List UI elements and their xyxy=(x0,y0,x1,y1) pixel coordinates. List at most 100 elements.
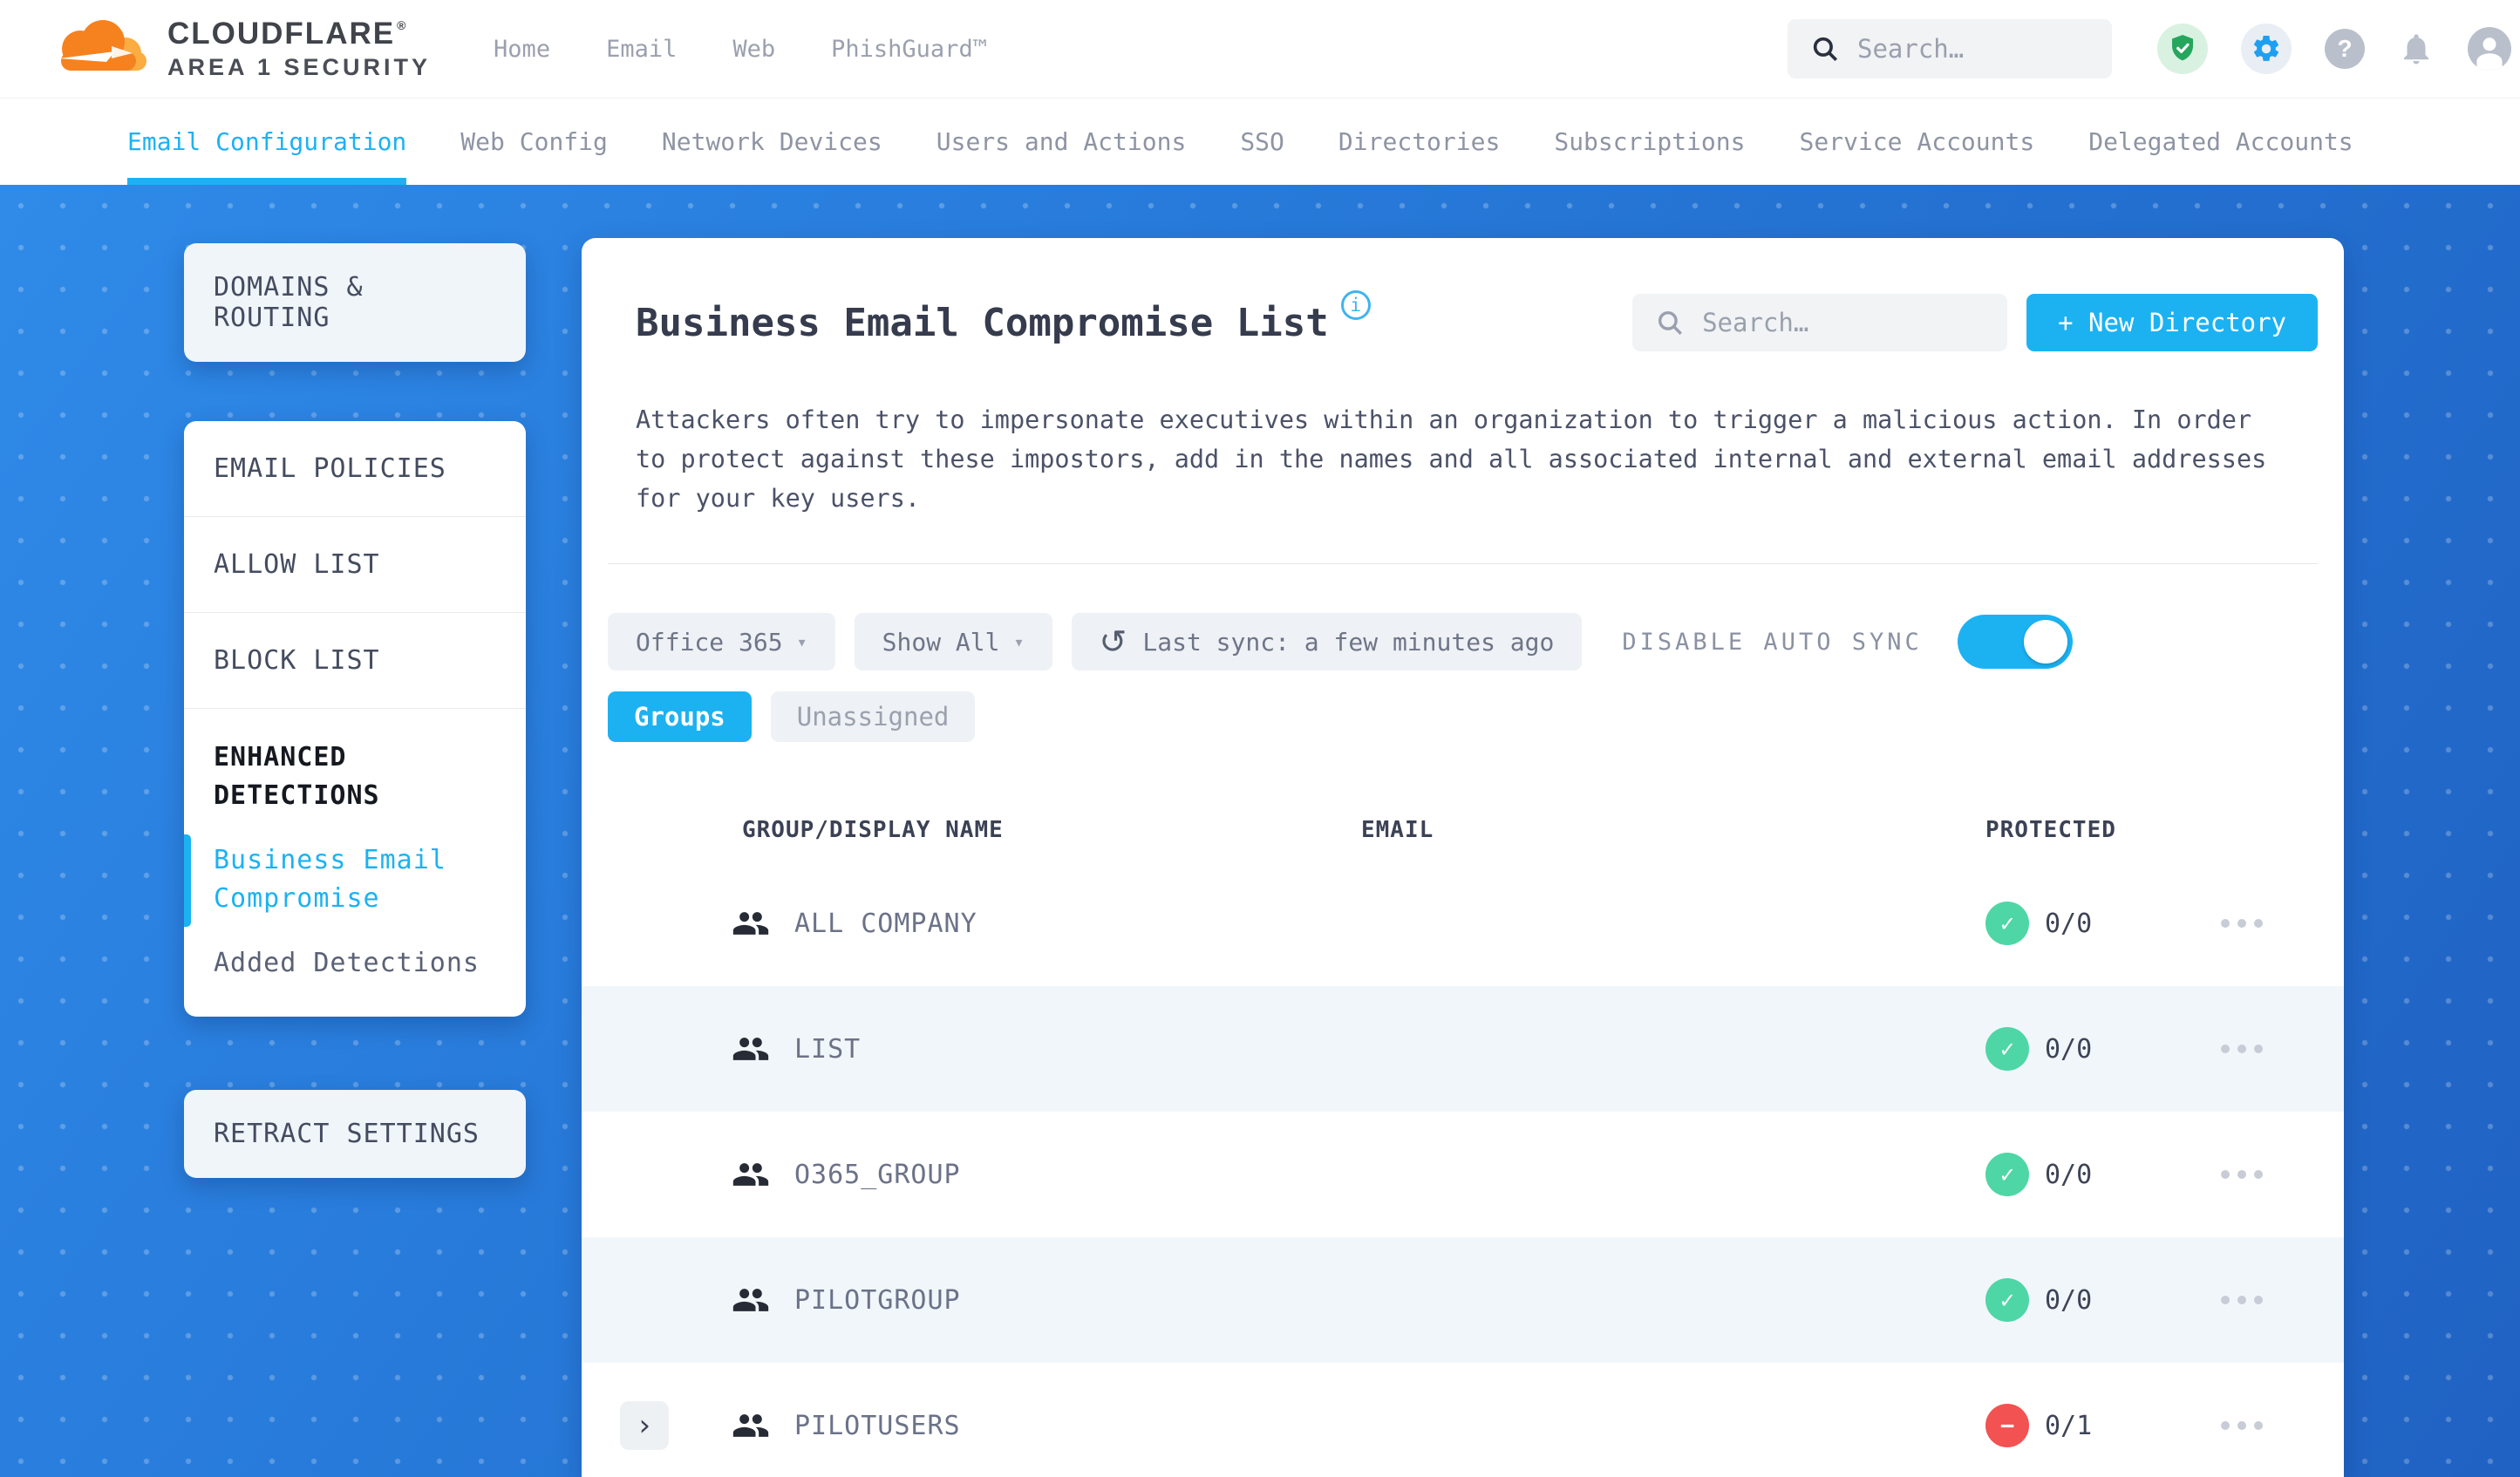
global-search-input[interactable] xyxy=(1857,34,2089,64)
protected-count: 0/0 xyxy=(2045,1159,2093,1190)
tab-network-devices[interactable]: Network Devices xyxy=(662,99,882,185)
protected-status-icon: ✓ xyxy=(1985,1153,2029,1196)
group-icon xyxy=(732,1038,769,1060)
sidebar-item-business-email-compromise[interactable]: Business Email Compromise xyxy=(184,834,496,927)
account-avatar[interactable] xyxy=(2468,27,2511,71)
bec-list-panel: Business Email Compromise List i + New D… xyxy=(582,238,2344,1477)
column-protected: PROTECTED xyxy=(1985,817,2116,843)
row-actions-menu-button[interactable] xyxy=(2221,1045,2308,1053)
brand-subname: AREA 1 SECURITY xyxy=(167,54,432,80)
new-directory-button[interactable]: + New Directory xyxy=(2026,294,2318,351)
tab-directories[interactable]: Directories xyxy=(1338,99,1500,185)
group-icon xyxy=(732,912,769,935)
directory-search-input[interactable] xyxy=(1702,308,1985,337)
sidebar-section-enhanced-detections: ENHANCED DETECTIONS xyxy=(214,742,380,811)
directory-search[interactable] xyxy=(1632,294,2008,351)
protected-status-icon: ✓ xyxy=(1985,1278,2029,1322)
group-name: LIST xyxy=(794,1033,862,1065)
sidebar-item-email-policies[interactable]: EMAIL POLICIES xyxy=(184,421,526,517)
tab-delegated-accounts[interactable]: Delegated Accounts xyxy=(2088,99,2353,185)
tab-service-accounts[interactable]: Service Accounts xyxy=(1800,99,2035,185)
search-icon xyxy=(1813,37,1838,62)
nav-home[interactable]: Home xyxy=(494,36,550,63)
tab-sso[interactable]: SSO xyxy=(1240,99,1284,185)
search-icon xyxy=(1658,310,1683,335)
page-title: Business Email Compromise List xyxy=(636,300,1329,345)
top-nav: Home Email Web PhishGuard™ xyxy=(494,36,987,63)
group-icon xyxy=(732,1163,769,1186)
top-header: CLOUDFLARE ® AREA 1 SECURITY Home Email W… xyxy=(0,0,2520,99)
protected-status-icon: ✓ xyxy=(1985,902,2029,945)
row-actions-menu-button[interactable] xyxy=(2221,919,2308,928)
chevron-down-icon: ▾ xyxy=(796,631,807,652)
cloudflare-cloud-icon xyxy=(59,20,146,71)
info-icon[interactable]: i xyxy=(1340,290,1371,320)
registered-mark: ® xyxy=(397,18,408,32)
protected-count: 0/0 xyxy=(2045,1033,2093,1065)
group-name: PILOTGROUP xyxy=(794,1284,961,1316)
row-actions-menu-button[interactable] xyxy=(2221,1421,2308,1430)
group-icon xyxy=(732,1289,769,1311)
sidebar-item-allow-list[interactable]: ALLOW LIST xyxy=(184,517,526,613)
directory-type-dropdown[interactable]: Office 365 ▾ xyxy=(608,613,835,670)
shield-check-icon xyxy=(2172,35,2193,61)
settings-sidebar: DOMAINS & ROUTING EMAIL POLICIES ALLOW L… xyxy=(184,243,526,1178)
brand-name: CLOUDFLARE ® xyxy=(167,17,408,51)
group-name: ALL COMPANY xyxy=(794,908,977,939)
table-row[interactable]: ALL COMPANY ✓ 0/0 xyxy=(582,861,2344,986)
cloudflare-logo[interactable]: CLOUDFLARE ® AREA 1 SECURITY xyxy=(51,17,431,81)
groups-table: GROUP/DISPLAY NAME EMAIL PROTECTED ALL C… xyxy=(582,800,2344,1477)
group-name: PILOTUSERS xyxy=(794,1410,961,1441)
tab-groups[interactable]: Groups xyxy=(608,691,752,742)
chevron-down-icon: ▾ xyxy=(1013,631,1025,652)
sidebar-item-retract-settings[interactable]: RETRACT SETTINGS xyxy=(184,1090,526,1178)
column-group-display-name: GROUP/DISPLAY NAME xyxy=(742,817,1004,843)
refresh-icon: ↺ xyxy=(1099,623,1127,661)
tab-subscriptions[interactable]: Subscriptions xyxy=(1554,99,1745,185)
question-mark-icon: ? xyxy=(2337,35,2353,62)
protected-status-icon: ✓ xyxy=(1985,1027,2029,1071)
table-header: GROUP/DISPLAY NAME EMAIL PROTECTED xyxy=(582,800,2344,861)
section-tabs: Email Configuration Web Config Network D… xyxy=(0,99,2520,185)
notifications-bell-icon[interactable] xyxy=(2398,31,2435,67)
table-row[interactable]: LIST ✓ 0/0 xyxy=(582,986,2344,1112)
auto-sync-toggle[interactable] xyxy=(1957,615,2073,669)
settings-button[interactable] xyxy=(2241,24,2292,74)
expand-chevron-button[interactable]: › xyxy=(620,1401,669,1450)
help-button[interactable]: ? xyxy=(2325,29,2365,69)
show-filter-dropdown[interactable]: Show All ▾ xyxy=(854,613,1052,670)
person-icon xyxy=(2476,37,2503,71)
column-email: EMAIL xyxy=(1361,817,1434,843)
global-search[interactable] xyxy=(1788,19,2112,78)
protected-count: 0/0 xyxy=(2045,908,2093,939)
tab-email-configuration[interactable]: Email Configuration xyxy=(127,99,407,185)
toggle-knob xyxy=(2023,620,2067,664)
filters-row: Office 365 ▾ Show All ▾ ↺ Last sync: a f… xyxy=(608,613,2318,670)
protected-count: 0/0 xyxy=(2045,1284,2093,1316)
tab-web-config[interactable]: Web Config xyxy=(460,99,608,185)
tab-users-and-actions[interactable]: Users and Actions xyxy=(936,99,1187,185)
table-row[interactable]: O365_GROUP ✓ 0/0 xyxy=(582,1112,2344,1237)
protected-count: 0/1 xyxy=(2045,1410,2093,1441)
sidebar-item-added-detections[interactable]: Added Detections xyxy=(214,948,496,978)
table-row[interactable]: › PILOTUSERS − 0/1 xyxy=(582,1363,2344,1477)
page-description: Attackers often try to impersonate execu… xyxy=(636,405,2267,513)
nav-phishguard[interactable]: PhishGuard™ xyxy=(831,36,987,63)
sidebar-item-block-list[interactable]: BLOCK LIST xyxy=(184,613,526,709)
last-sync-status[interactable]: ↺ Last sync: a few minutes ago xyxy=(1071,613,1583,670)
tab-unassigned[interactable]: Unassigned xyxy=(770,691,976,742)
group-view-tabs: Groups Unassigned xyxy=(608,691,2318,742)
gear-icon xyxy=(2253,35,2279,61)
sidebar-item-domains-routing[interactable]: DOMAINS & ROUTING xyxy=(184,243,526,362)
table-row[interactable]: PILOTGROUP ✓ 0/0 xyxy=(582,1237,2344,1363)
row-actions-menu-button[interactable] xyxy=(2221,1170,2308,1179)
last-sync-text: Last sync: a few minutes ago xyxy=(1142,627,1555,657)
auto-sync-label: DISABLE AUTO SYNC xyxy=(1622,628,1923,656)
nav-email[interactable]: Email xyxy=(606,36,677,63)
row-actions-menu-button[interactable] xyxy=(2221,1296,2308,1304)
sidebar-policies-card: EMAIL POLICIES ALLOW LIST BLOCK LIST ENH… xyxy=(184,421,526,1017)
section-divider xyxy=(608,563,2318,564)
group-icon xyxy=(732,1414,769,1437)
security-status-button[interactable] xyxy=(2157,24,2208,74)
nav-web[interactable]: Web xyxy=(732,36,775,63)
